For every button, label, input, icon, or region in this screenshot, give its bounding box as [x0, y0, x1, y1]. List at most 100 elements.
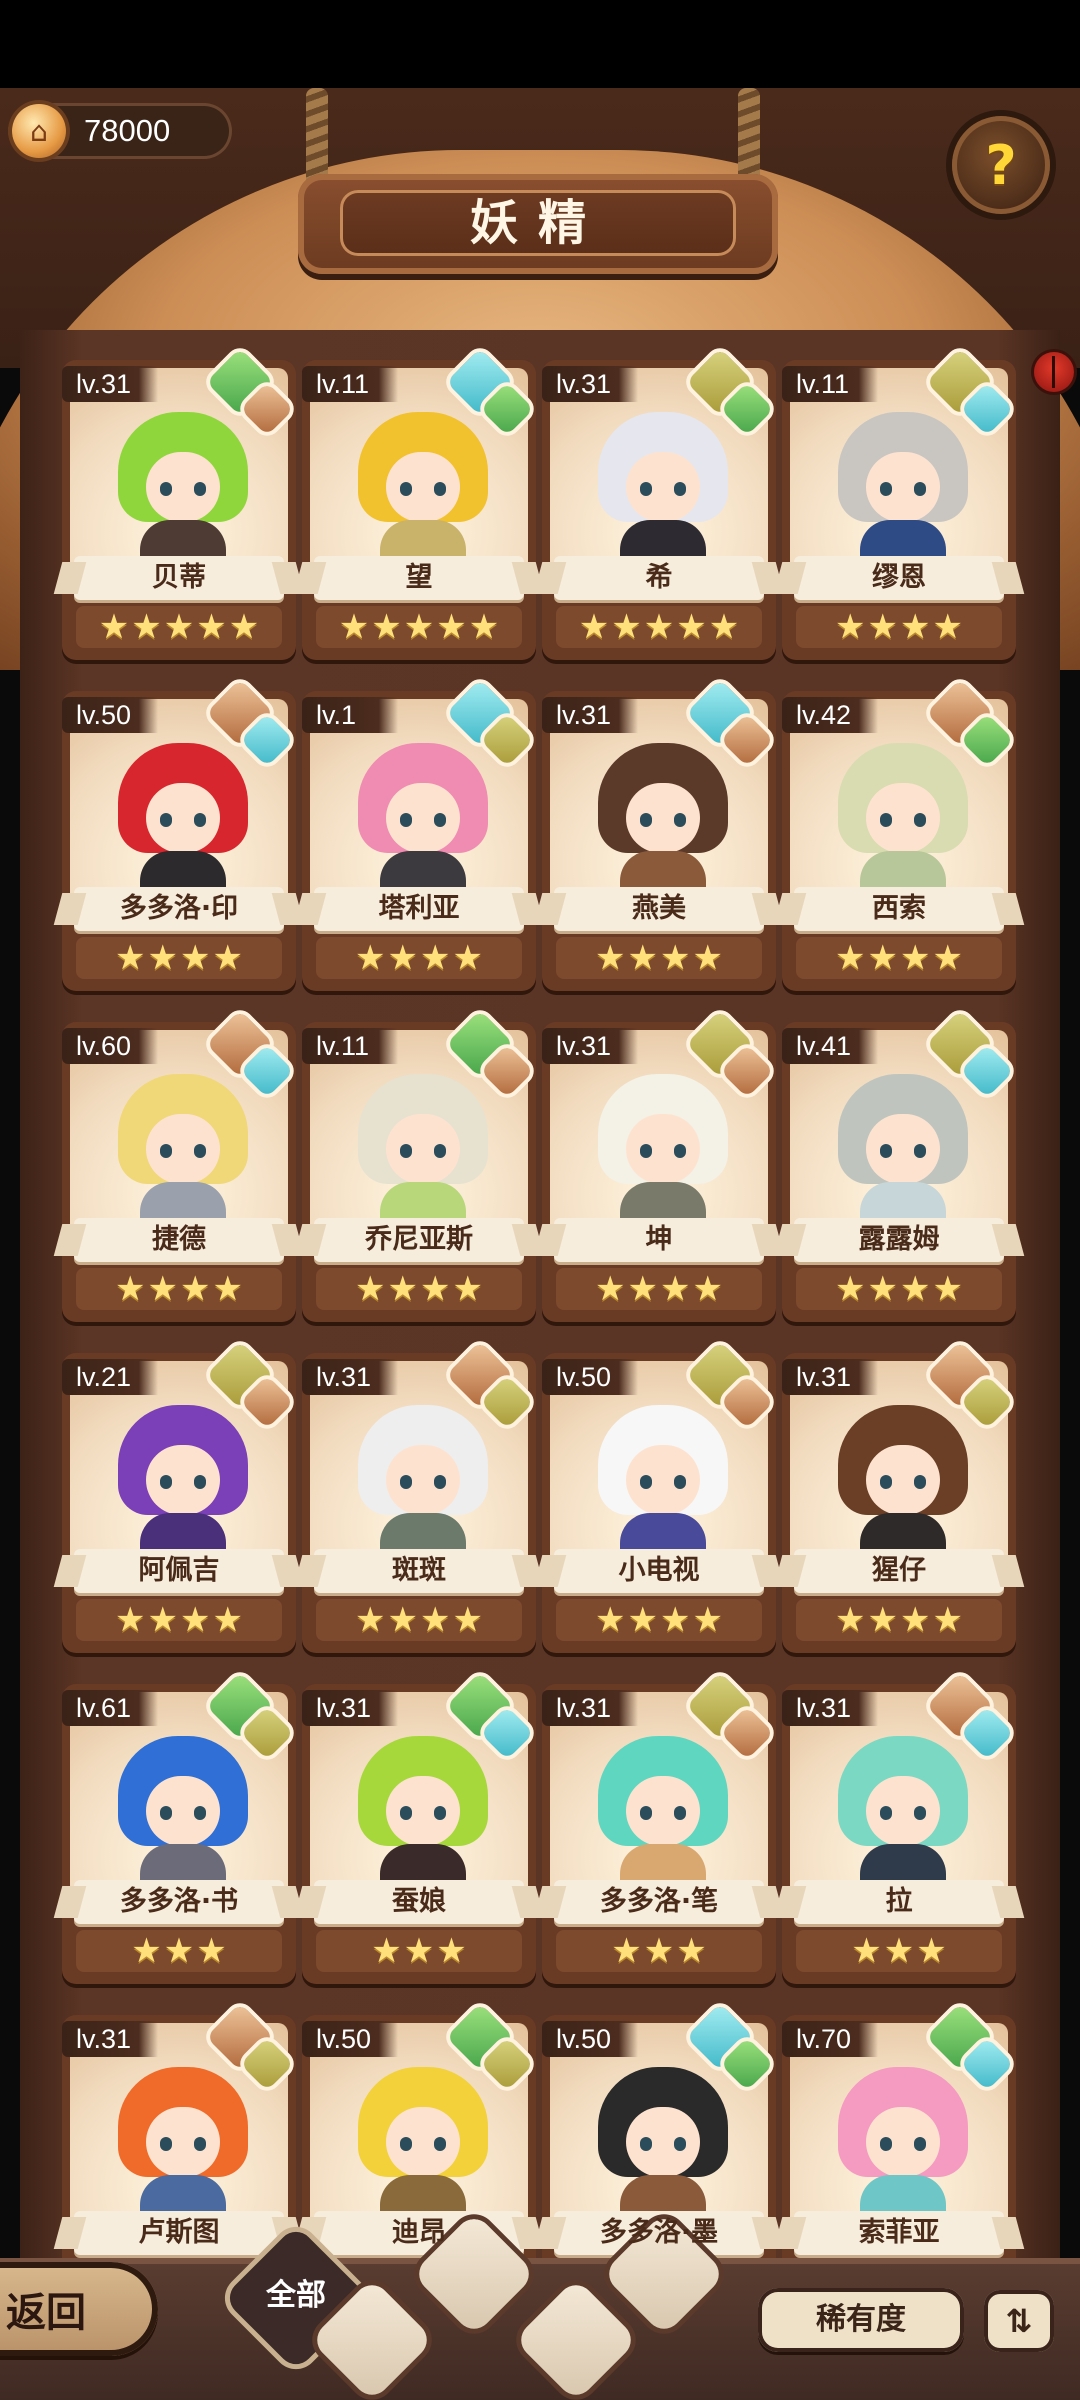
star-icon: ★ [627, 1600, 658, 1640]
fairy-card[interactable]: lv.11 望 ★ ★ ★ ★ ★ [302, 348, 536, 662]
fairy-card[interactable]: lv.41 露露姆 ★ ★ ★ ★ [782, 1010, 1016, 1324]
star-icon: ★ [180, 938, 211, 978]
fairy-card[interactable]: lv.42 西索 ★ ★ ★ ★ [782, 679, 1016, 993]
star-rating: ★ ★ ★ ★ [76, 937, 282, 979]
star-icon: ★ [692, 1269, 723, 1309]
star-rating: ★ ★ ★ ★ [316, 1268, 522, 1310]
star-rating: ★★★ [796, 1930, 1002, 1972]
level-badge: lv.31 [782, 1359, 878, 1395]
fairy-name: 望 [405, 562, 433, 593]
fairy-card[interactable]: lv.31 猩仔 ★ ★ ★ ★ [782, 1341, 1016, 1655]
character-eye [674, 813, 686, 827]
fairy-character [598, 1074, 728, 1228]
star-icon: ★ [228, 607, 260, 647]
fairy-name: 露露姆 [858, 1224, 940, 1255]
star-rating: ★ ★ ★ ★ [556, 937, 762, 979]
fairy-card[interactable]: lv.11 缪恩 ★ ★ ★ ★ [782, 348, 1016, 662]
fairy-card[interactable]: lv.31 贝蒂 ★ ★ ★ ★ ★ [62, 348, 296, 662]
character-face [386, 2107, 460, 2177]
fairy-character [118, 743, 248, 897]
back-label: 返回 [6, 2290, 86, 2336]
character-eye [674, 1806, 686, 1820]
star-icon: ★ [611, 607, 642, 647]
star-icon: ★ [436, 607, 467, 647]
star-icon: ★ [835, 938, 866, 978]
star-icon: ★ [196, 607, 227, 647]
level-badge: lv.50 [62, 697, 158, 733]
level-badge: lv.31 [542, 1028, 638, 1064]
fairy-card[interactable]: lv.31 燕美 ★ ★ ★ ★ [542, 679, 776, 993]
fairy-character [118, 1736, 248, 1890]
question-mark-icon: ? [985, 133, 1017, 197]
fairy-card[interactable]: lv.50 多多洛·印 ★ ★ ★ ★ [62, 679, 296, 993]
star-rating: ★ ★ ★ ★ [316, 937, 522, 979]
level-badge: lv.31 [302, 1690, 398, 1726]
fairy-character [838, 2067, 968, 2221]
help-button[interactable]: ? [952, 116, 1050, 214]
star-rating: ★★★ [316, 1930, 522, 1972]
fairy-character [358, 1074, 488, 1228]
character-face [386, 783, 460, 853]
rarity-sort-button[interactable]: 稀有度 [758, 2288, 964, 2352]
star-icon: ★ [867, 1600, 898, 1640]
star-icon: ★ [692, 938, 723, 978]
fairy-card[interactable]: lv.11 乔尼亚斯 ★ ★ ★ ★ [302, 1010, 536, 1324]
level-badge: lv.42 [782, 697, 878, 733]
character-eye [880, 482, 892, 496]
character-face [146, 452, 220, 522]
fairy-card[interactable]: lv.31 多多洛·笔 ★ ★ ★ [542, 1672, 776, 1986]
character-eye [674, 1475, 686, 1489]
star-icon: ★ [851, 1931, 882, 1971]
fairy-card[interactable]: lv.31 拉 ★ ★ ★ [782, 1672, 1016, 1986]
star-icon: ★ [692, 1600, 723, 1640]
star-icon: ★ [420, 1600, 451, 1640]
star-rating: ★ ★ ★ ★ [796, 1268, 1002, 1310]
character-eye [194, 482, 206, 496]
fairy-card[interactable]: lv.31 蚕娘 ★ ★ ★ [302, 1672, 536, 1986]
fairy-name: 卢斯图 [138, 2217, 220, 2248]
character-eye [160, 1475, 172, 1489]
character-eye [674, 2137, 686, 2151]
fairy-card[interactable]: lv.31 希 ★ ★ ★ ★ ★ [542, 348, 776, 662]
character-eye [160, 813, 172, 827]
star-icon: ★ [212, 1600, 243, 1640]
star-icon: ★ [932, 1600, 963, 1640]
star-icon: ★ [147, 1269, 178, 1309]
fairy-character [598, 1405, 728, 1559]
level-badge: lv.61 [62, 1690, 158, 1726]
level-badge: lv.31 [62, 366, 158, 402]
fairy-card[interactable]: lv.50 小电视 ★ ★ ★ ★ [542, 1341, 776, 1655]
sort-order-icon[interactable]: ⇅ [984, 2290, 1054, 2352]
fairy-card[interactable]: lv.21 阿佩吉 ★ ★ ★ ★ [62, 1341, 296, 1655]
fairy-card[interactable]: lv.60 捷德 ★ ★ ★ ★ [62, 1010, 296, 1324]
fairy-card[interactable]: lv.1 塔利亚 ★ ★ ★ ★ [302, 679, 536, 993]
fairy-card[interactable]: lv.31 斑斑 ★ ★ ★ ★ [302, 1341, 536, 1655]
star-rating: ★ ★ ★ ★ [556, 1268, 762, 1310]
star-icon: ★ [131, 607, 162, 647]
fairy-character [838, 1074, 968, 1228]
character-face [146, 1445, 220, 1515]
fairy-card[interactable]: lv.61 多多洛·书 ★ ★ ★ [62, 1672, 296, 1986]
fairy-card[interactable]: lv.31 坤 ★ ★ ★ ★ [542, 1010, 776, 1324]
fairy-character [838, 1736, 968, 1890]
fairy-character [598, 2067, 728, 2221]
back-button[interactable]: 返回 [0, 2262, 158, 2356]
level-badge: lv.31 [302, 1359, 398, 1395]
character-eye [194, 813, 206, 827]
coin-icon: ⌂ [12, 104, 66, 158]
star-icon: ★ [883, 1931, 915, 1971]
star-rating: ★ ★ ★ ★ [316, 1599, 522, 1641]
fairy-grid: lv.31 贝蒂 ★ ★ ★ ★ ★ lv.11 望 ★ ★ ★ ★ ★ lv.31 希 ★ ★ ★ ★ ★ lv.11 缪… [62, 348, 1022, 2315]
character-face [866, 783, 940, 853]
character-face [866, 452, 940, 522]
star-icon: ★ [900, 1600, 931, 1640]
character-face [386, 1445, 460, 1515]
fairy-name: 乔尼亚斯 [365, 1224, 473, 1255]
star-icon: ★ [835, 607, 866, 647]
character-eye [400, 1475, 412, 1489]
fairy-name: 多多洛·书 [119, 1886, 239, 1917]
star-icon: ★ [115, 938, 146, 978]
level-badge: lv.11 [302, 1028, 398, 1064]
character-eye [160, 1144, 172, 1158]
level-badge: lv.70 [782, 2021, 878, 2057]
